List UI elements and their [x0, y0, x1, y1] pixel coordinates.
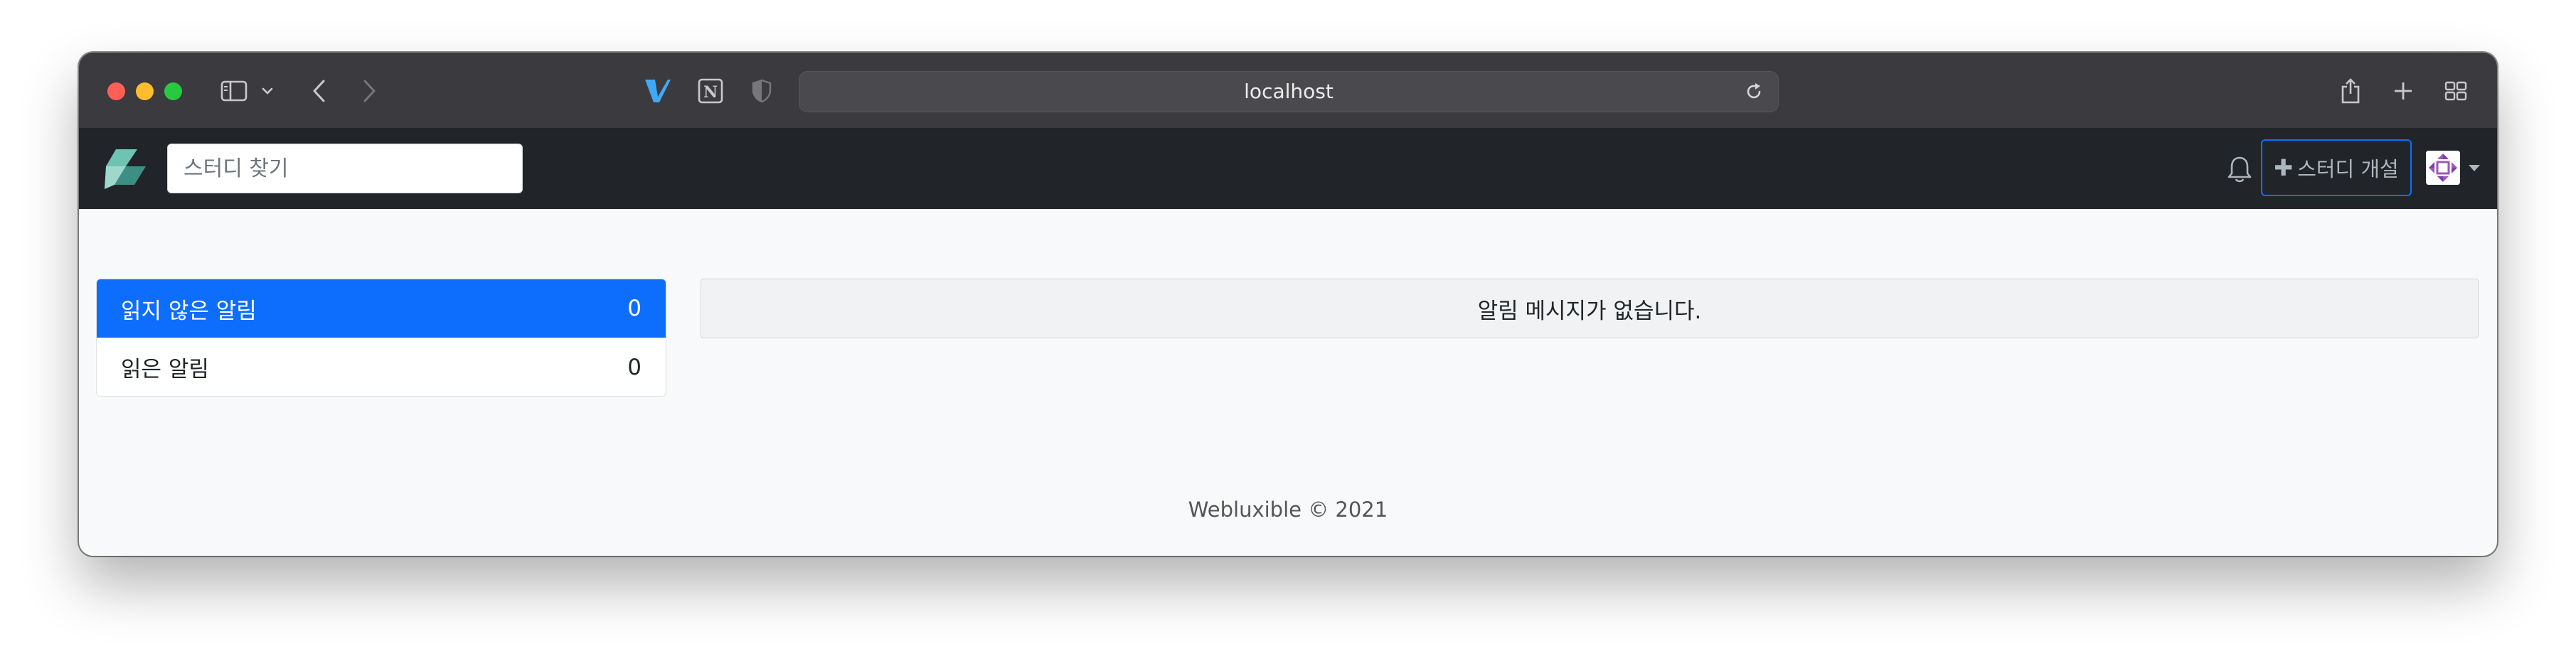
- chevron-down-icon[interactable]: [2469, 165, 2480, 171]
- plus-icon[interactable]: [2389, 77, 2417, 105]
- tab-count: 0: [627, 296, 642, 321]
- notion-icon[interactable]: N: [695, 77, 726, 105]
- logo-icon[interactable]: [103, 144, 147, 193]
- url-text: localhost: [1244, 80, 1334, 103]
- bell-icon[interactable]: [2225, 154, 2254, 185]
- empty-notifications-message: 알림 메시지가 없습니다.: [701, 279, 2479, 338]
- create-study-button[interactable]: ✚ 스터디 개설: [2261, 139, 2412, 196]
- tab-label: 읽은 알림: [121, 357, 209, 382]
- reload-icon[interactable]: [1741, 79, 1767, 104]
- chevron-down-icon[interactable]: [258, 77, 277, 105]
- address-bar[interactable]: localhost: [799, 71, 1779, 112]
- share-icon[interactable]: [2336, 77, 2365, 105]
- shield-icon[interactable]: [747, 77, 776, 105]
- browser-window: N localhost 스터디 찾기 ✚ 스터디 개설 읽지 않은 알림 0 읽…: [79, 53, 2497, 556]
- tabs-overview-icon[interactable]: [2442, 77, 2470, 105]
- svg-text:N: N: [703, 83, 718, 102]
- avatar[interactable]: [2426, 151, 2460, 185]
- forward-icon[interactable]: [355, 77, 383, 105]
- minimize-window-button[interactable]: [136, 82, 154, 100]
- close-window-button[interactable]: [107, 82, 125, 100]
- maximize-window-button[interactable]: [164, 82, 182, 100]
- notification-filter-list: 읽지 않은 알림 0 읽은 알림 0: [96, 279, 666, 397]
- tab-label: 읽지 않은 알림: [121, 298, 257, 324]
- app-navbar: ✚ 스터디 개설: [79, 128, 2497, 209]
- footer: Webluxible © 2021: [1188, 498, 1388, 522]
- empty-message-text: 알림 메시지가 없습니다.: [1477, 298, 1702, 324]
- back-icon[interactable]: [305, 77, 334, 105]
- sidebar-icon[interactable]: [218, 77, 250, 105]
- unread-notifications-tab[interactable]: 읽지 않은 알림 0: [97, 279, 666, 338]
- read-notifications-tab[interactable]: 읽은 알림 0: [97, 338, 666, 396]
- study-search-input[interactable]: [167, 144, 523, 193]
- plus-icon: ✚: [2274, 154, 2294, 181]
- browser-toolbar: N localhost: [79, 53, 2497, 129]
- create-study-label: 스터디 개설: [2297, 157, 2399, 181]
- tab-count: 0: [627, 354, 642, 380]
- vue-devtools-icon[interactable]: [642, 77, 674, 105]
